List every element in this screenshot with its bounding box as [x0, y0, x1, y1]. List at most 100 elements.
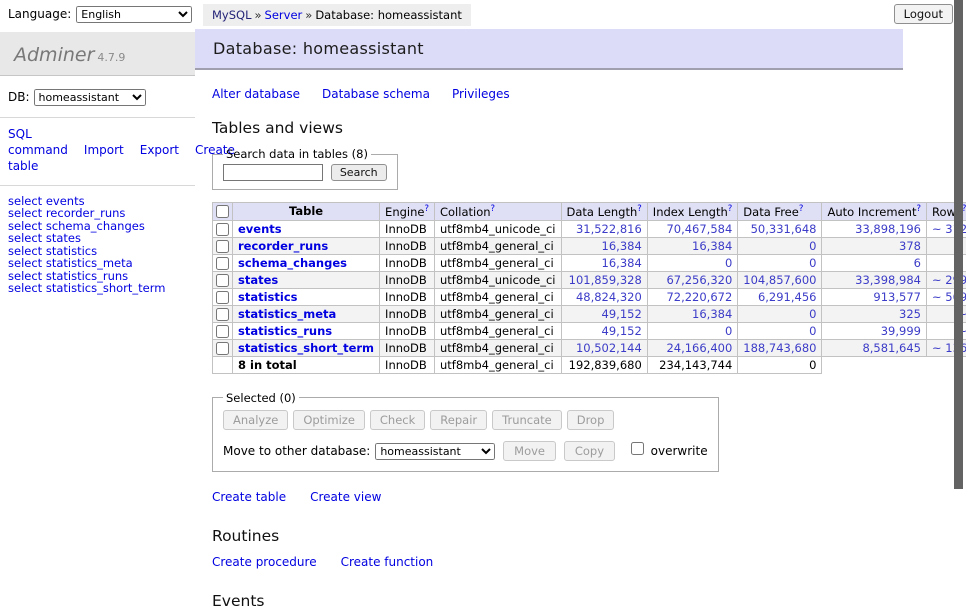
- table-name-cell: statistics_meta: [233, 305, 380, 322]
- table-link-statistics-short-term[interactable]: statistics_short_term: [238, 341, 374, 355]
- row-checkbox[interactable]: [216, 240, 229, 253]
- help-link[interactable]: ?: [799, 204, 804, 214]
- link-create-table[interactable]: Create table: [212, 490, 286, 504]
- tab-alter-database[interactable]: Alter database: [212, 87, 300, 101]
- data-free-link[interactable]: 0: [809, 239, 816, 253]
- auto-increment-link[interactable]: 325: [899, 307, 921, 321]
- row-checkbox[interactable]: [216, 308, 229, 321]
- auto-increment-link[interactable]: 8,581,645: [862, 341, 921, 355]
- row-checkbox[interactable]: [216, 223, 229, 236]
- data-free-link[interactable]: 104,857,600: [743, 273, 816, 287]
- auto-increment-link[interactable]: 33,898,196: [855, 222, 921, 236]
- table-link-recorder-runs[interactable]: recorder_runs: [238, 239, 328, 253]
- sidebar-link-sql-command[interactable]: SQL command: [8, 127, 68, 157]
- help-link[interactable]: ?: [916, 204, 921, 214]
- overwrite-checkbox[interactable]: [631, 442, 644, 455]
- action-button-repair[interactable]: Repair: [430, 410, 487, 430]
- copy-button[interactable]: Copy: [564, 441, 615, 461]
- index-length-link[interactable]: 70,467,584: [666, 222, 732, 236]
- data-length-link[interactable]: 48,824,320: [576, 290, 642, 304]
- data-length-link[interactable]: 31,522,816: [576, 222, 642, 236]
- action-button-drop[interactable]: Drop: [567, 410, 615, 430]
- col-header-index-length: Index Length?: [647, 203, 738, 221]
- index-length-link[interactable]: 67,256,320: [666, 273, 732, 287]
- sidebar: Language:English Adminer4.7.9 DB:homeass…: [0, 0, 195, 543]
- search-button[interactable]: Search: [331, 164, 387, 181]
- table-link-statistics[interactable]: statistics: [238, 290, 298, 304]
- data-free-link[interactable]: 0: [809, 324, 816, 338]
- table-link-events[interactable]: events: [238, 222, 282, 236]
- data-free-link[interactable]: 50,331,648: [751, 222, 817, 236]
- tab-database-schema[interactable]: Database schema: [322, 87, 430, 101]
- data-length-link[interactable]: 10,502,144: [576, 341, 642, 355]
- move-row: Move to other database:homeassistant Mov…: [223, 439, 708, 461]
- data-length-link[interactable]: 16,384: [602, 256, 642, 270]
- data-length-link[interactable]: 49,152: [602, 324, 642, 338]
- move-button[interactable]: Move: [503, 441, 556, 461]
- scrollbar-thumb[interactable]: [954, 0, 963, 489]
- action-button-analyze[interactable]: Analyze: [223, 410, 288, 430]
- breadcrumb-link-server[interactable]: Server: [265, 8, 303, 22]
- sidebar-item-select-statistics-meta[interactable]: select statistics_meta: [8, 257, 187, 270]
- help-link[interactable]: ?: [637, 204, 642, 214]
- data-free-link[interactable]: 0: [809, 307, 816, 321]
- logout-button[interactable]: Logout: [894, 4, 953, 24]
- breadcrumb-link-mysql[interactable]: MySQL: [212, 8, 252, 22]
- table-link-statistics-meta[interactable]: statistics_meta: [238, 307, 336, 321]
- index-length-link[interactable]: 0: [725, 324, 732, 338]
- table-row-states: statesInnoDButf8mb4_unicode_ci101,859,32…: [213, 271, 966, 288]
- data-length-link[interactable]: 101,859,328: [569, 273, 642, 287]
- sidebar-link-import[interactable]: Import: [84, 143, 124, 157]
- link-create-procedure[interactable]: Create procedure: [212, 555, 317, 569]
- col-header-collation: Collation?: [434, 203, 561, 221]
- data-length-link[interactable]: 16,384: [602, 239, 642, 253]
- auto-increment-link[interactable]: 378: [899, 239, 921, 253]
- help-link[interactable]: ?: [424, 204, 429, 214]
- row-checkbox[interactable]: [216, 342, 229, 355]
- row-checkbox-cell: [213, 254, 233, 271]
- data-length-cell: 101,859,328: [561, 271, 647, 288]
- data-length-link[interactable]: 49,152: [602, 307, 642, 321]
- language-select[interactable]: English: [76, 6, 192, 23]
- index-length-link[interactable]: 16,384: [692, 307, 732, 321]
- data-free-link[interactable]: 0: [809, 256, 816, 270]
- data-free-link[interactable]: 6,291,456: [758, 290, 817, 304]
- index-length-link[interactable]: 16,384: [692, 239, 732, 253]
- sidebar-link-export[interactable]: Export: [140, 143, 179, 157]
- search-input[interactable]: [223, 164, 323, 181]
- row-checkbox[interactable]: [216, 257, 229, 270]
- sidebar-item-select-statistics-short-term[interactable]: select statistics_short_term: [8, 282, 187, 295]
- action-button-truncate[interactable]: Truncate: [492, 410, 562, 430]
- help-link[interactable]: ?: [491, 204, 496, 214]
- index-length-link[interactable]: 24,166,400: [666, 341, 732, 355]
- move-db-select[interactable]: homeassistant: [375, 443, 495, 460]
- index-length-link[interactable]: 0: [725, 256, 732, 270]
- table-link-schema-changes[interactable]: schema_changes: [238, 256, 347, 270]
- data-free-link[interactable]: 188,743,680: [743, 341, 816, 355]
- total-data-length-cell: 192,839,680: [561, 356, 647, 373]
- link-create-view[interactable]: Create view: [310, 490, 381, 504]
- auto-increment-link[interactable]: 39,999: [881, 324, 921, 338]
- auto-increment-link[interactable]: 6: [914, 256, 921, 270]
- tab-privileges[interactable]: Privileges: [452, 87, 510, 101]
- sidebar-item-select-recorder-runs[interactable]: select recorder_runs: [8, 207, 187, 220]
- help-link[interactable]: ?: [728, 204, 733, 214]
- sidebar-item-select-states[interactable]: select states: [8, 232, 187, 245]
- row-checkbox[interactable]: [216, 325, 229, 338]
- engine-cell: InnoDB: [380, 237, 435, 254]
- action-button-check[interactable]: Check: [370, 410, 425, 430]
- link-create-function[interactable]: Create function: [341, 555, 434, 569]
- table-link-statistics-runs[interactable]: statistics_runs: [238, 324, 332, 338]
- auto-increment-link[interactable]: 913,577: [873, 290, 921, 304]
- auto-increment-link[interactable]: 33,398,984: [855, 273, 921, 287]
- index-length-link[interactable]: 72,220,672: [666, 290, 732, 304]
- action-button-optimize[interactable]: Optimize: [293, 410, 365, 430]
- table-link-states[interactable]: states: [238, 273, 278, 287]
- scrollbar[interactable]: [954, 0, 963, 543]
- select-all-checkbox[interactable]: [216, 205, 229, 218]
- row-checkbox[interactable]: [216, 291, 229, 304]
- data-length-cell: 49,152: [561, 305, 647, 322]
- row-checkbox[interactable]: [216, 274, 229, 287]
- db-select[interactable]: homeassistant: [34, 89, 146, 106]
- table-row-statistics-meta: statistics_metaInnoDButf8mb4_general_ci4…: [213, 305, 966, 322]
